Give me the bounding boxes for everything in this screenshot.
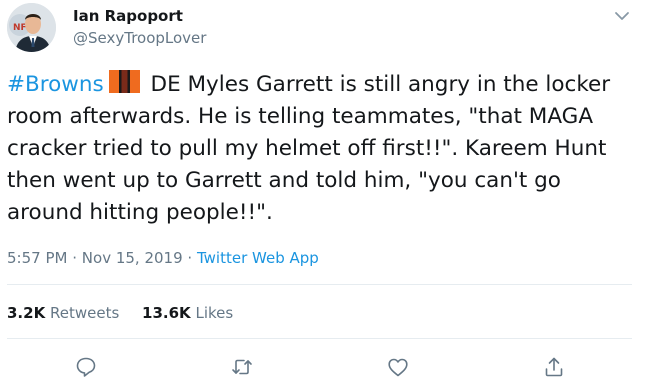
avatar[interactable]: NFL bbox=[7, 3, 56, 52]
like-icon[interactable] bbox=[386, 355, 410, 379]
meta-separator: · bbox=[187, 249, 193, 267]
reply-icon[interactable] bbox=[74, 355, 98, 379]
profile-photo: NFL bbox=[7, 3, 56, 52]
tweet-time[interactable]: 5:57 PM bbox=[7, 249, 67, 267]
tweet-text: #Browns DE Myles Garrett is still angry … bbox=[7, 68, 637, 229]
retweet-icon[interactable] bbox=[230, 355, 254, 379]
retweets-count: 3.2K bbox=[7, 304, 46, 322]
tweet-meta: 5:57 PM · Nov 15, 2019 · Twitter Web App bbox=[7, 249, 319, 267]
source-app-link[interactable]: Twitter Web App bbox=[197, 249, 319, 267]
divider bbox=[7, 338, 632, 339]
meta-separator: · bbox=[72, 249, 78, 267]
share-icon[interactable] bbox=[542, 355, 566, 379]
divider bbox=[7, 284, 632, 285]
chevron-down-icon[interactable] bbox=[612, 8, 632, 24]
likes-count: 13.6K bbox=[142, 304, 191, 322]
likes-stat[interactable]: 13.6K Likes bbox=[142, 304, 233, 322]
user-handle[interactable]: @SexyTroopLover bbox=[73, 29, 206, 47]
display-name[interactable]: Ian Rapoport bbox=[73, 7, 183, 25]
action-bar bbox=[0, 355, 647, 381]
likes-label: Likes bbox=[195, 304, 234, 322]
retweets-stat[interactable]: 3.2K Retweets bbox=[7, 304, 119, 322]
tweet-date[interactable]: Nov 15, 2019 bbox=[82, 249, 183, 267]
engagement-stats: 3.2K Retweets 13.6K Likes bbox=[7, 304, 233, 322]
retweets-label: Retweets bbox=[49, 304, 120, 322]
hashtag-link[interactable]: #Browns bbox=[7, 72, 104, 97]
flag-icon bbox=[108, 68, 141, 95]
